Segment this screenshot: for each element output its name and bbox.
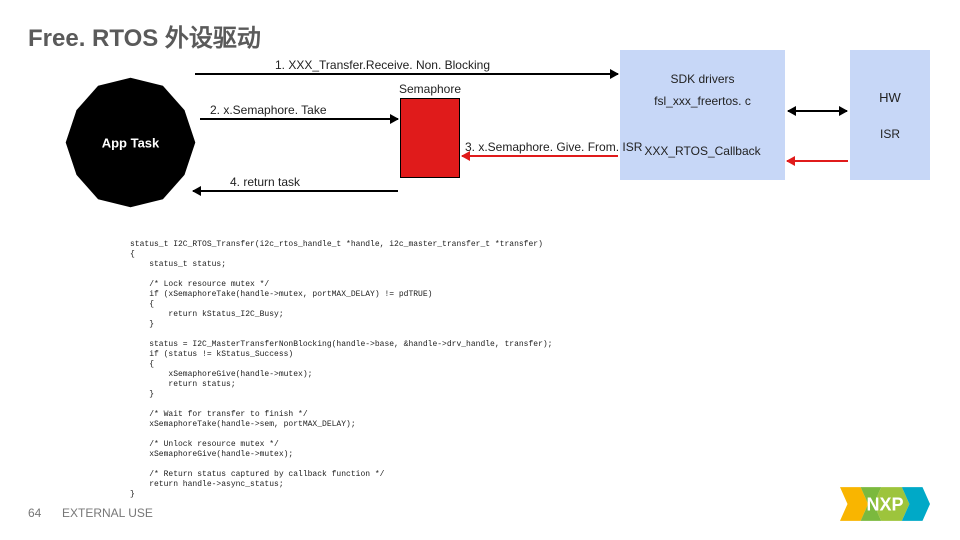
arrow-step2 xyxy=(200,118,398,120)
hw-label: HW xyxy=(879,90,901,105)
slide-number: 64 xyxy=(28,506,41,520)
code-block: status_t I2C_RTOS_Transfer(i2c_rtos_hand… xyxy=(130,240,730,500)
sdk-file: fsl_xxx_freertos. c xyxy=(654,94,751,108)
semaphore-label: Semaphore xyxy=(350,82,510,96)
page-title: Free. RTOS 外设驱动 xyxy=(28,18,261,53)
semaphore-box xyxy=(400,98,460,178)
sdk-callback: XXX_RTOS_Callback xyxy=(644,144,760,158)
isr-label: ISR xyxy=(880,127,900,141)
sdk-title: SDK drivers xyxy=(670,72,734,86)
app-task-node: App Task xyxy=(63,75,198,210)
step4-label: 4. return task xyxy=(230,175,300,189)
footer-text: EXTERNAL USE xyxy=(62,506,153,520)
hw-box: HW ISR xyxy=(850,50,930,180)
step3-label: 3. x.Semaphore. Give. From. ISR xyxy=(465,140,642,154)
svg-text:NXP: NXP xyxy=(866,494,903,514)
arrow-isr-callback xyxy=(787,160,848,162)
step1-label: 1. XXX_Transfer.Receive. Non. Blocking xyxy=(275,58,490,72)
app-task-label: App Task xyxy=(102,135,160,150)
arrow-step3 xyxy=(462,155,618,157)
arrow-step4 xyxy=(193,190,398,192)
arrow-sdk-hw xyxy=(788,110,847,112)
arrow-step1 xyxy=(195,73,618,75)
nxp-logo-icon: NXP xyxy=(840,486,930,522)
step2-label: 2. x.Semaphore. Take xyxy=(210,103,327,117)
sdk-drivers-box: SDK drivers fsl_xxx_freertos. c XXX_RTOS… xyxy=(620,50,785,180)
